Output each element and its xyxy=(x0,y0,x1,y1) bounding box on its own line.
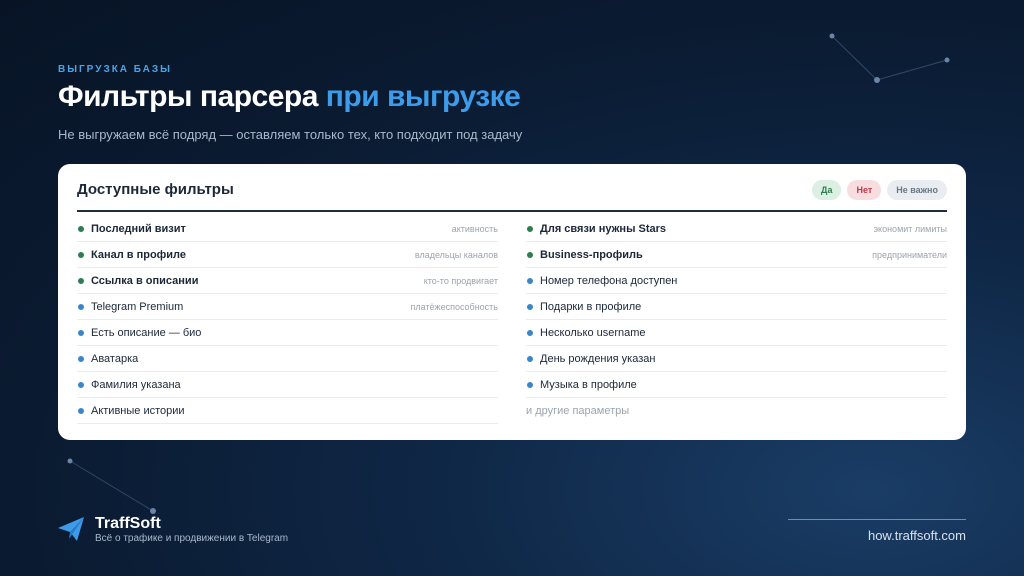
filter-label: Ссылка в описании xyxy=(91,274,199,287)
bullet-blue-icon xyxy=(527,303,533,310)
badge-any: Не важно xyxy=(887,180,947,200)
filter-label: Несколько username xyxy=(540,326,646,339)
brand-tagline: Всё о трафике и продвижении в Telegram xyxy=(95,533,289,544)
bullet-green-icon xyxy=(527,225,533,232)
bullet-blue-icon xyxy=(78,329,84,336)
bullet-blue-icon xyxy=(78,303,84,310)
bullet-blue-icon xyxy=(78,355,84,362)
filter-row: Telegram Premium платёжеспособность xyxy=(77,294,498,320)
more-filters-row: и другие параметры xyxy=(526,398,947,424)
filter-row: Несколько username xyxy=(526,320,947,346)
filter-label: Аватарка xyxy=(91,352,139,365)
more-filters-text: и другие параметры xyxy=(526,405,630,417)
page-subtitle: Не выгружаем всё подряд — оставляем толь… xyxy=(58,127,523,142)
badge-no: Нет xyxy=(847,180,882,200)
filters-left-column: Последний визит активность Канал в профи… xyxy=(77,216,498,424)
filter-label: Подарки в профиле xyxy=(540,300,642,313)
filter-label: Business-профиль xyxy=(540,248,643,261)
bullet-green-icon xyxy=(78,251,84,258)
filter-row: Активные истории xyxy=(77,398,498,424)
bullet-green-icon xyxy=(78,225,84,232)
filter-hint: предприниматели xyxy=(872,249,947,260)
bullet-green-icon xyxy=(527,251,533,258)
filter-label: Активные истории xyxy=(91,404,185,417)
filter-label: Канал в профиле xyxy=(91,248,187,261)
filter-label: День рождения указан xyxy=(540,352,656,365)
website-link[interactable]: how.traffsoft.com xyxy=(868,528,966,543)
footer-divider xyxy=(788,519,966,520)
filter-label: Номер телефона доступен xyxy=(540,274,678,287)
bullet-blue-icon xyxy=(78,381,84,388)
filter-row: Фамилия указана xyxy=(77,372,498,398)
filter-label: Музыка в профиле xyxy=(540,378,637,391)
title-main: Фильтры парсера xyxy=(58,80,318,113)
legend-badges: Да Нет Не важно xyxy=(812,180,947,200)
filter-row: Аватарка xyxy=(77,346,498,372)
filter-row: Для связи нужны Stars экономит лимиты xyxy=(526,216,947,242)
badge-yes: Да xyxy=(812,180,842,200)
filter-row: Номер телефона доступен xyxy=(526,268,947,294)
filter-label: Последний визит xyxy=(91,222,186,235)
bullet-blue-icon xyxy=(527,329,533,336)
filter-row: День рождения указан xyxy=(526,346,947,372)
title-accent: при выгрузке xyxy=(325,80,521,113)
filter-label: Фамилия указана xyxy=(91,378,181,391)
card-header: Доступные фильтры Да Нет Не важно xyxy=(77,164,947,212)
filter-row: Последний визит активность xyxy=(77,216,498,242)
filter-row: Канал в профиле владельцы каналов xyxy=(77,242,498,268)
filter-hint: владельцы каналов xyxy=(414,249,498,260)
filter-hint: активность xyxy=(451,223,498,234)
filter-hint: платёжеспособность xyxy=(410,301,498,312)
filter-row: Business-профиль предприниматели xyxy=(526,242,947,268)
filters-columns: Последний визит активность Канал в профи… xyxy=(77,212,947,432)
filter-row: Музыка в профиле xyxy=(526,372,947,398)
page-title: Фильтры парсера при выгрузке xyxy=(58,80,521,114)
filter-row: Ссылка в описании кто-то продвигает xyxy=(77,268,498,294)
bullet-blue-icon xyxy=(78,407,84,414)
bullet-blue-icon xyxy=(527,381,533,388)
paper-plane-icon xyxy=(58,517,84,541)
filters-card: Доступные фильтры Да Нет Не важно Послед… xyxy=(58,164,966,440)
filter-hint: экономит лимиты xyxy=(873,223,947,234)
filter-hint: кто-то продвигает xyxy=(423,275,498,286)
section-eyebrow: ВЫГРУЗКА БАЗЫ xyxy=(58,64,172,75)
bullet-blue-icon xyxy=(527,277,533,284)
filter-label: Telegram Premium xyxy=(91,300,184,313)
filter-label: Есть описание — био xyxy=(91,326,202,339)
bullet-blue-icon xyxy=(527,355,533,362)
filter-label: Для связи нужны Stars xyxy=(540,222,667,235)
filter-row: Есть описание — био xyxy=(77,320,498,346)
bullet-green-icon xyxy=(78,277,84,284)
brand-name: TraffSoft xyxy=(95,515,161,532)
filters-right-column: Для связи нужны Stars экономит лимиты Bu… xyxy=(526,216,947,424)
card-title: Доступные фильтры xyxy=(77,181,234,198)
filter-row: Подарки в профиле xyxy=(526,294,947,320)
